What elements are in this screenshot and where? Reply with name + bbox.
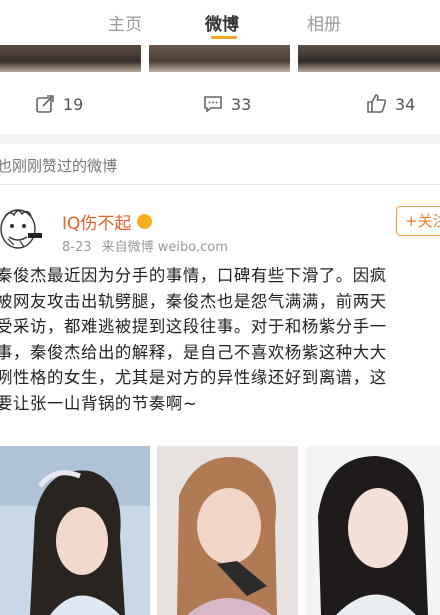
previous-photo[interactable] — [298, 45, 440, 72]
post-text-line: 秦俊杰最近因为分手的事情，口碑有些下滑了。因疯 — [0, 266, 387, 285]
active-tab-indicator — [211, 36, 237, 39]
portrait-image — [0, 446, 150, 615]
like-icon — [367, 94, 387, 113]
comment-icon — [204, 96, 222, 113]
follow-button[interactable]: +关注 — [396, 206, 440, 236]
section-separator — [0, 134, 440, 144]
comment-button[interactable]: 33 — [203, 94, 251, 114]
profile-tabs: 主页 微博 相册 — [0, 0, 440, 42]
previous-post-photos — [0, 45, 440, 72]
username-text: IQ伤不起 — [62, 214, 132, 234]
portrait-image — [306, 446, 440, 615]
post-text-line: 事，秦俊杰给出的解释，是自己不喜欢杨紫这种大大 — [0, 342, 387, 362]
post-text-line: 被网友攻击出轨劈腿，秦俊杰也是怨气满满，前两天 — [0, 291, 387, 311]
post-photos — [0, 446, 440, 615]
tab-weibo[interactable]: 微博 — [205, 10, 239, 35]
previous-photo[interactable] — [0, 45, 141, 72]
post-date: 8-23 — [62, 240, 92, 255]
repost-count: 19 — [63, 94, 84, 114]
divider — [0, 184, 440, 185]
avatar-meme — [0, 209, 42, 249]
post-text-line: 受采访，都难逃被提到这段往事。对于和杨紫分手一 — [0, 317, 387, 336]
comment-count: 33 — [231, 94, 252, 114]
post-photo[interactable] — [0, 446, 150, 615]
like-button[interactable]: 34 — [366, 94, 415, 114]
tab-home[interactable]: 主页 — [108, 10, 142, 35]
liked-posts-header: 也刚刚赞过的微博 — [0, 157, 118, 175]
tab-album[interactable]: 相册 — [307, 10, 341, 35]
repost-button[interactable]: 19 — [35, 94, 83, 114]
post-photo[interactable] — [157, 446, 298, 615]
previous-photo[interactable] — [149, 45, 290, 72]
avatar[interactable] — [0, 205, 44, 255]
post-action-bar: 19 33 34 — [0, 86, 440, 124]
post-text-line: 咧性格的女生，尤其是对方的异性缘还好到离谱，这 — [0, 368, 387, 387]
portrait-image — [157, 446, 298, 615]
post-meta: 8-23 来自微博 weibo.com — [62, 236, 234, 255]
like-count: 34 — [395, 94, 416, 114]
post-text-line: 要让张一山背锅的节奏啊~ — [0, 393, 198, 413]
post-photo[interactable] — [306, 446, 440, 615]
repost-icon — [36, 95, 54, 113]
post-username[interactable]: IQ伤不起 — [62, 209, 153, 234]
user-badge-icon — [137, 214, 153, 229]
post-text: 秦俊杰最近因为分手的事情，口碑有些下滑了。因疯 被网友攻击出轨劈腿，秦俊杰也是怨气… — [0, 263, 440, 416]
post-source: 来自微博 weibo.com — [101, 240, 228, 255]
